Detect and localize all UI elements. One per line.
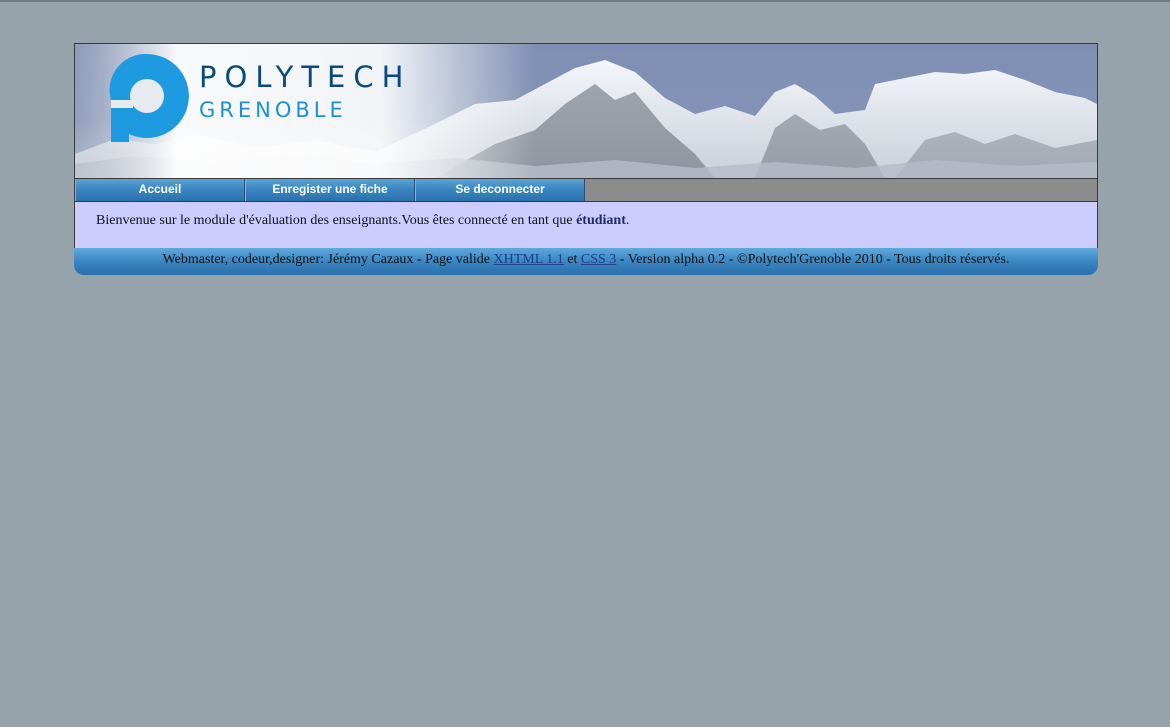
header-banner: POLYTECH GRENOBLE: [74, 43, 1098, 179]
page-container: POLYTECH GRENOBLE Accueil Enregister une…: [74, 43, 1098, 275]
footer-prefix: Webmaster, codeur,designer: Jérémy Cazau…: [162, 252, 494, 267]
welcome-message: Bienvenue sur le module d'évaluation des…: [96, 213, 629, 229]
css-link[interactable]: CSS 3: [581, 252, 616, 267]
nav-accueil[interactable]: Accueil: [75, 179, 245, 201]
page-footer: Webmaster, codeur,designer: Jérémy Cazau…: [74, 248, 1098, 275]
brand-name-grenoble: GRENOBLE: [199, 98, 347, 122]
welcome-text: Bienvenue sur le module d'évaluation des…: [96, 213, 577, 228]
xhtml-link[interactable]: XHTML 1.1: [494, 252, 564, 267]
polytech-logo-icon: [109, 53, 189, 143]
brand-name-polytech: POLYTECH: [199, 60, 412, 94]
footer-suffix: - Version alpha 0.2 - ©Polytech'Grenoble…: [616, 252, 1010, 267]
nav-enregistrer-fiche[interactable]: Enregister une fiche: [245, 179, 415, 201]
main-navigation: Accueil Enregister une fiche Se deconnec…: [74, 179, 1098, 201]
main-content: Bienvenue sur le module d'évaluation des…: [74, 201, 1098, 248]
welcome-end: .: [625, 213, 630, 228]
footer-mid: et: [563, 252, 581, 267]
user-role: étudiant: [576, 213, 626, 228]
nav-se-deconnecter[interactable]: Se deconnecter: [415, 179, 585, 201]
top-border: [0, 0, 1170, 2]
